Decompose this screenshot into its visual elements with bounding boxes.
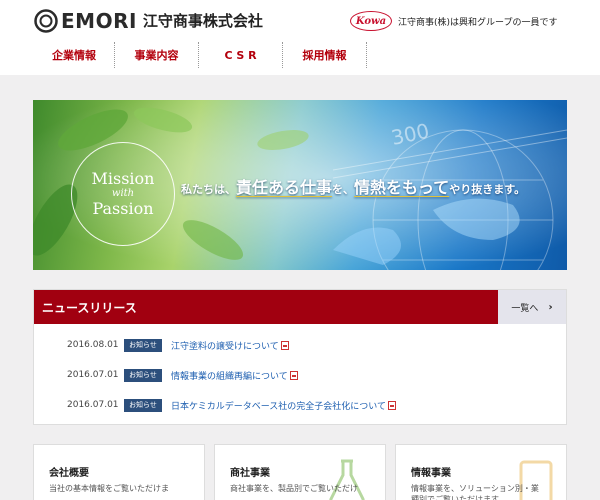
news-link-text: 日本ケミカルデータベース社の完全子会社化について	[171, 401, 387, 412]
pdf-icon	[388, 400, 397, 410]
card-description: 情報事業を、ソリューション別・業種別でご覧いただけます	[411, 484, 539, 500]
news-date: 2016.07.01	[67, 370, 119, 380]
news-release-panel: ニュースリリース 一覧へ › 2016.08.01 お知らせ 江守塗料の譲受けに…	[33, 289, 567, 425]
pdf-icon	[280, 340, 289, 350]
news-link[interactable]: 情報事業の組織再編について	[171, 369, 298, 382]
tagline-part: を、	[332, 183, 355, 196]
card-information-business[interactable]: 情報事業 情報事業を、ソリューション別・業種別でご覧いただけます	[395, 444, 567, 500]
hero-banner: 300 Mission with Passion 私たちは、責任ある仕事を、情熱…	[33, 100, 567, 270]
news-category-badge: お知らせ	[124, 368, 162, 382]
emori-logo[interactable]: EMORI 江守商事株式会社	[34, 9, 263, 33]
news-link[interactable]: 江守塗料の譲受けについて	[171, 339, 289, 352]
card-description: 当社の基本情報をご覧いただけま	[49, 484, 169, 493]
group-info: Kowa 江守商事(株)は興和グループの一員です	[350, 11, 557, 31]
tagline-part: 私たちは、	[181, 183, 236, 196]
nav-corporate-info[interactable]: 企業情報	[34, 42, 115, 68]
news-item: 2016.08.01 お知らせ 江守塗料の譲受けについて	[34, 337, 566, 353]
news-link-text: 情報事業の組織再編について	[171, 371, 288, 382]
card-company-overview[interactable]: 会社概要 当社の基本情報をご覧いただけま	[33, 444, 205, 500]
hero-tagline: 私たちは、責任ある仕事を、情熱をもってやり抜きます。	[181, 174, 525, 198]
news-more-button[interactable]: 一覧へ ›	[498, 290, 566, 324]
emori-logo-icon	[34, 9, 58, 33]
news-header: ニュースリリース 一覧へ ›	[34, 290, 566, 324]
news-date: 2016.08.01	[67, 340, 119, 350]
news-title: ニュースリリース	[42, 301, 137, 315]
nav-recruit[interactable]: 採用情報	[283, 42, 367, 68]
tagline-emphasis: 情熱をもって	[354, 178, 450, 197]
pdf-icon	[289, 370, 298, 380]
logo-text: EMORI	[61, 9, 137, 33]
card-description: 商社事業を、製品別でご覧いただけ	[230, 484, 358, 493]
kowa-logo-icon[interactable]: Kowa	[350, 11, 392, 31]
mission-word: Mission	[91, 169, 155, 188]
card-title: 情報事業	[411, 468, 451, 479]
card-title: 商社事業	[230, 468, 270, 479]
news-link[interactable]: 日本ケミカルデータベース社の完全子会社化について	[171, 399, 397, 412]
tagline-part: やり抜きます。	[449, 183, 526, 196]
tagline-emphasis: 責任ある仕事	[236, 178, 333, 197]
news-item: 2016.07.01 お知らせ 日本ケミカルデータベース社の完全子会社化について	[34, 397, 566, 413]
news-category-badge: お知らせ	[124, 338, 162, 352]
nav-business[interactable]: 事業内容	[115, 42, 199, 68]
card-title: 会社概要	[49, 468, 89, 479]
site-header: EMORI 江守商事株式会社 Kowa 江守商事(株)は興和グループの一員です …	[0, 0, 600, 75]
group-note: 江守商事(株)は興和グループの一員です	[398, 17, 558, 28]
global-nav: 企業情報 事業内容 C S R 採用情報	[34, 42, 367, 68]
nav-csr[interactable]: C S R	[199, 42, 283, 68]
passion-word: Passion	[92, 199, 154, 218]
news-date: 2016.07.01	[67, 400, 119, 410]
mission-badge: Mission with Passion	[71, 142, 175, 246]
company-name: 江守商事株式会社	[142, 12, 263, 30]
news-more-label: 一覧へ	[511, 303, 539, 314]
chevron-right-icon: ›	[548, 301, 553, 313]
card-trading-business[interactable]: 商社事業 商社事業を、製品別でご覧いただけ	[214, 444, 386, 500]
news-item: 2016.07.01 お知らせ 情報事業の組織再編について	[34, 367, 566, 383]
news-link-text: 江守塗料の譲受けについて	[171, 341, 279, 352]
news-category-badge: お知らせ	[124, 398, 162, 412]
